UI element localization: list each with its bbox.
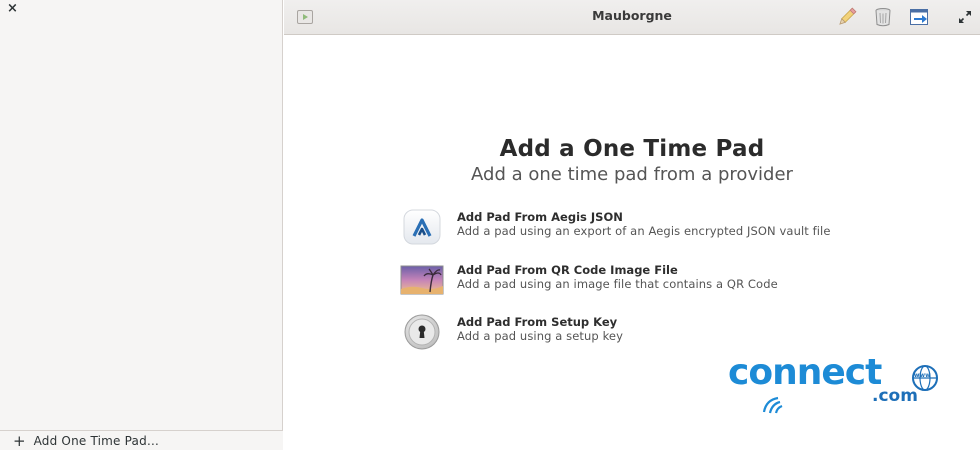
edit-button[interactable] (836, 6, 858, 28)
aegis-icon (400, 207, 444, 247)
option-title: Add Pad From Aegis JSON (457, 210, 623, 224)
watermark-globe-text: www (914, 372, 931, 379)
header-bar: Mauborgne (284, 0, 980, 35)
connect-watermark-logo: connect www .com (720, 352, 952, 414)
page-subtitle: Add a one time pad from a provider (471, 164, 793, 185)
keyhole-icon (400, 312, 444, 352)
image-file-icon (400, 260, 444, 300)
add-one-time-pad-label: Add One Time Pad… (33, 433, 160, 448)
watermark-main-text: connect (728, 352, 882, 393)
add-pad-setup-key-option[interactable]: Add Pad From Setup Key Add a pad using a… (400, 312, 920, 352)
delete-button[interactable] (872, 6, 894, 28)
plus-icon: + (13, 431, 26, 450)
export-button[interactable] (909, 6, 931, 28)
option-title: Add Pad From QR Code Image File (457, 263, 678, 277)
export-icon (909, 7, 931, 27)
fullscreen-icon (958, 10, 972, 24)
option-description: Add a pad using an export of an Aegis en… (457, 224, 831, 238)
fullscreen-button[interactable] (954, 6, 976, 28)
watermark-sub-text: .com (872, 386, 918, 406)
add-pad-aegis-option[interactable]: Add Pad From Aegis JSON Add a pad using … (400, 207, 920, 247)
close-icon[interactable]: × (7, 2, 21, 16)
option-description: Add a pad using a setup key (457, 329, 623, 343)
add-one-time-pad-button[interactable]: + Add One Time Pad… (0, 430, 283, 450)
sidebar: × + Add One Time Pad… (0, 0, 283, 450)
add-pad-qr-image-option[interactable]: Add Pad From QR Code Image File Add a pa… (400, 260, 920, 300)
pencil-icon (836, 6, 858, 28)
option-title: Add Pad From Setup Key (457, 315, 618, 329)
trash-icon (874, 7, 892, 27)
page-title: Add a One Time Pad (499, 136, 765, 162)
option-description: Add a pad using an image file that conta… (457, 277, 778, 291)
